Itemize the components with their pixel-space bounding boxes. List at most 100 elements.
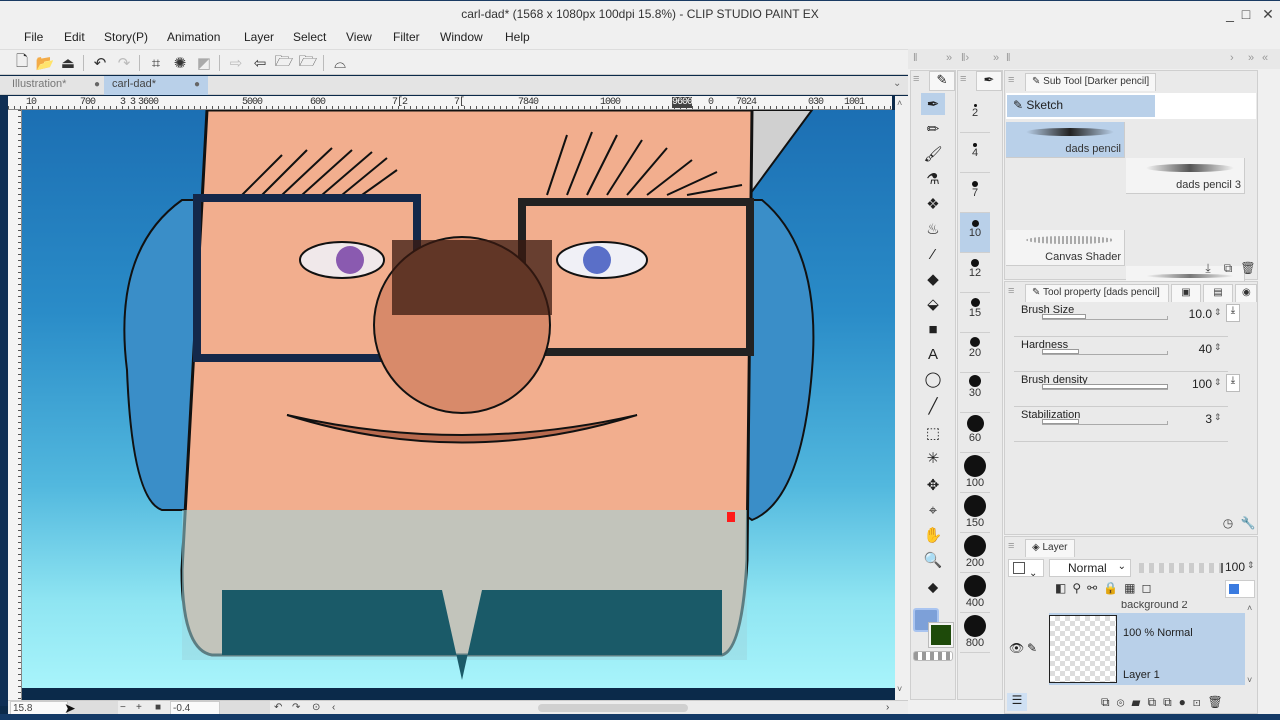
rotate-left-button[interactable]: ↶ xyxy=(274,701,282,715)
layer-row-background2[interactable]: background 2 xyxy=(1049,601,1245,611)
duplicate-subtool-icon[interactable]: ⧉ xyxy=(1221,261,1235,275)
brush-item[interactable]: dads pencil 3 xyxy=(1126,158,1245,194)
scroll-right-icon[interactable]: › xyxy=(886,701,889,715)
property-slider[interactable] xyxy=(1042,419,1168,425)
eraser-icon[interactable]: ◆ xyxy=(921,268,945,290)
edit-pen-icon[interactable]: ✎ xyxy=(1027,641,1037,655)
tab-record[interactable]: ◉ xyxy=(1235,284,1257,302)
menu-window[interactable]: Window xyxy=(440,30,483,44)
wrench-icon[interactable]: 🔧 xyxy=(1241,516,1256,530)
pressure-settings-icon[interactable]: ⤓ xyxy=(1226,374,1240,392)
pen-icon[interactable]: ✒ xyxy=(921,93,945,115)
layer-color-dropdown[interactable] xyxy=(1225,580,1255,598)
pencil-icon[interactable]: ✏ xyxy=(921,118,945,140)
menu-file[interactable]: File xyxy=(24,30,43,44)
collapse-icon[interactable]: » xyxy=(1248,52,1254,64)
scroll-down-icon[interactable]: ˅ xyxy=(897,684,902,694)
spinner-icon[interactable]: ⇕ xyxy=(1214,307,1222,318)
property-value[interactable]: 10.0 xyxy=(1174,307,1212,321)
property-slider[interactable] xyxy=(1042,349,1168,355)
scroll-up-icon[interactable]: ˄ xyxy=(897,98,902,108)
correction-icon[interactable]: ⬥ xyxy=(921,576,945,598)
horizontal-scroll-thumb[interactable] xyxy=(538,704,688,712)
brush-size-option[interactable]: 2 xyxy=(960,93,990,133)
opacity-value[interactable]: 100 xyxy=(1225,560,1245,574)
panel-menu-icon[interactable]: ≡ xyxy=(913,73,919,85)
fit-button[interactable]: ■ xyxy=(155,701,161,715)
open-folder-icon[interactable]: 🗁 xyxy=(274,53,294,73)
transform-icon[interactable]: ⌗ xyxy=(146,53,166,73)
layer-action-icons[interactable]: ⧉⊚▰⧉⧉●⊡🗑 xyxy=(1101,695,1230,710)
spinner-icon[interactable]: ⇕ xyxy=(1214,377,1222,388)
save-icon[interactable]: ⏏ xyxy=(58,53,78,73)
brush-size-option[interactable]: 7 xyxy=(960,173,990,213)
brush-size-option[interactable]: 400 xyxy=(960,573,990,613)
tab-tool-property[interactable]: ✎ Tool property [dads pencil] xyxy=(1025,284,1169,302)
expand-icon[interactable]: « xyxy=(1262,52,1268,64)
layer-list-view-icon[interactable]: ☰ xyxy=(1007,693,1027,711)
brush-clean-icon[interactable]: ⌓ xyxy=(330,53,350,73)
undo-icon[interactable]: ↶ xyxy=(90,53,110,73)
hand-icon[interactable]: ✋ xyxy=(921,524,945,546)
property-value[interactable]: 40 xyxy=(1174,342,1212,356)
spinner-icon[interactable]: ⇕ xyxy=(1214,412,1222,423)
dock-grip-icon[interactable]: ‖› xyxy=(961,52,969,64)
tab-illustration[interactable]: Illustration* ● xyxy=(4,76,104,95)
fill-icon[interactable]: ◩ xyxy=(194,53,214,73)
lasso-icon[interactable]: ◯ xyxy=(921,368,945,390)
reset-rotation-button[interactable]: ⊙ xyxy=(312,701,320,715)
menu-help[interactable]: Help xyxy=(505,30,530,44)
brush-size-option[interactable]: 10 xyxy=(960,213,990,253)
rotate-right-button[interactable]: ↷ xyxy=(292,701,300,715)
sub-tool-group-sketch[interactable]: ✎ Sketch xyxy=(1007,95,1155,117)
export-icon[interactable]: ⇨ xyxy=(226,53,246,73)
dock-grip-icon[interactable]: ‖ xyxy=(913,52,918,64)
pen-icon[interactable]: ✎ xyxy=(929,71,955,91)
property-slider[interactable] xyxy=(1042,314,1168,320)
tab-film[interactable]: ▤ xyxy=(1203,284,1233,302)
close-button[interactable]: ✕ xyxy=(1258,5,1278,23)
layer-row-layer1[interactable]: 100 % Normal Layer 1 xyxy=(1049,613,1245,685)
import-icon[interactable]: ⇦ xyxy=(250,53,270,73)
spinner-icon[interactable]: ⇕ xyxy=(1214,342,1222,353)
menu-filter[interactable]: Filter xyxy=(393,30,420,44)
brush-size-option[interactable]: 20 xyxy=(960,333,990,373)
magic-wand-icon[interactable]: ✳ xyxy=(921,447,945,469)
tab-layer[interactable]: ◈ Layer xyxy=(1025,539,1075,557)
brush-size-option[interactable]: 200 xyxy=(960,533,990,573)
layer-property-icons[interactable]: ◧⚲⚯🔒▦◻ xyxy=(1055,581,1157,595)
import-subtool-icon[interactable]: ⤓ xyxy=(1201,261,1215,275)
brush-size-option[interactable]: 15 xyxy=(960,293,990,333)
panel-menu-icon[interactable]: ≡ xyxy=(960,73,966,85)
move-icon[interactable]: ✥ xyxy=(921,474,945,496)
reset-icon[interactable]: ◷ xyxy=(1221,516,1235,530)
brush-size-option[interactable]: 4 xyxy=(960,133,990,173)
brush-size-option[interactable]: 60 xyxy=(960,413,990,453)
pressure-settings-icon[interactable]: ⤓ xyxy=(1226,304,1240,322)
airbrush-icon[interactable]: ⚗ xyxy=(921,168,945,190)
brush-item[interactable]: Canvas Shader xyxy=(1006,230,1125,266)
brush-size-icon[interactable]: ✒ xyxy=(976,71,1002,91)
new-file-icon[interactable]: 🗋 xyxy=(12,53,32,73)
brush-icon[interactable]: 🖌 xyxy=(921,143,945,165)
scroll-up-icon[interactable]: ˄ xyxy=(1247,603,1252,613)
panel-menu-icon[interactable]: ≡ xyxy=(1008,285,1014,297)
open-file-icon[interactable]: 📂 xyxy=(35,53,55,73)
property-value[interactable]: 3 xyxy=(1174,412,1212,426)
brush-item[interactable]: dads pencil xyxy=(1006,122,1125,158)
brush-size-option[interactable]: 800 xyxy=(960,613,990,653)
panel-menu-icon[interactable]: ≡ xyxy=(1008,540,1014,552)
zoom-icon[interactable]: 🔍 xyxy=(921,549,945,571)
canvas-vertical-scrollbar[interactable]: ˄ ˅ xyxy=(895,96,908,700)
scroll-down-icon[interactable]: ˅ xyxy=(1247,675,1252,685)
sub-color-swatch[interactable] xyxy=(928,622,954,648)
rotation-value-field[interactable]: -0.4 xyxy=(170,701,220,715)
fill-icon[interactable]: ⬙ xyxy=(921,293,945,315)
eyedropper-icon[interactable]: ⁄ xyxy=(921,243,945,265)
scroll-left-icon[interactable]: ‹ xyxy=(332,701,335,715)
tab-sub-tool[interactable]: ✎ Sub Tool [Darker pencil] xyxy=(1025,73,1157,91)
folder-edit-icon[interactable]: 🗁 xyxy=(298,53,318,73)
eye-icon[interactable]: 👁 xyxy=(1009,641,1024,655)
property-slider[interactable] xyxy=(1042,384,1168,390)
transparent-color-swatch[interactable] xyxy=(913,651,953,661)
